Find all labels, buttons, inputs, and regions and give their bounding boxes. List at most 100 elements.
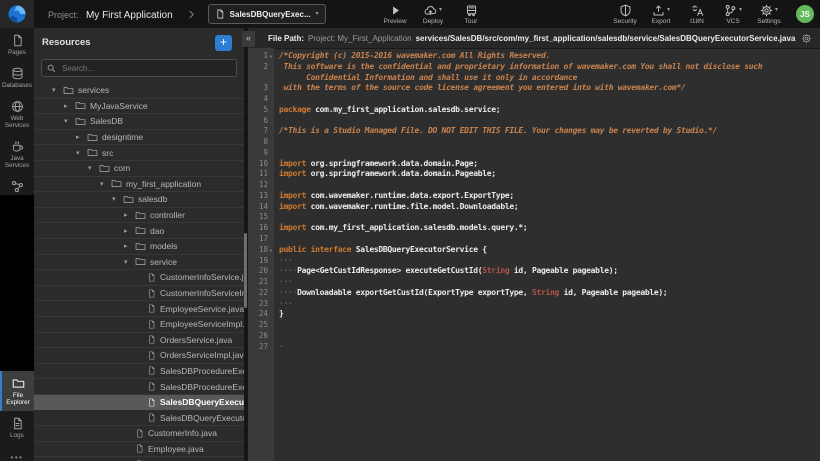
tree-item-ordersserviceimpl-java[interactable]: OrdersServiceImpl.java (34, 348, 244, 364)
search-box (41, 59, 237, 77)
code-line: 1▾ /*Copyright (c) 2015-2016 wavemaker.c… (248, 51, 820, 62)
fold-marker[interactable]: ▾ (269, 248, 272, 254)
topbar-action-export[interactable]: ▾ Export (648, 4, 674, 25)
folder-icon (135, 210, 146, 221)
file-icon (147, 320, 156, 329)
rail-top-items: Pages Databases Web Services Java Servic… (0, 28, 34, 207)
tree-item-salesdbqueryexecutorservice-java[interactable]: SalesDBQueryExecutorService.java (34, 395, 244, 411)
tree-item-designtime[interactable]: ▸ designtime (34, 130, 244, 146)
line-number: 1▾ (248, 51, 274, 62)
code-line: 7 /*This is a Studio Managed File. DO NO… (248, 126, 820, 137)
topbar-action-i18n[interactable]: I18N (684, 4, 710, 25)
line-number: 25 (248, 320, 274, 331)
api-icon (11, 180, 24, 193)
line-number: 19 (248, 256, 274, 267)
line-number: 10 (248, 159, 274, 170)
folder-icon (135, 256, 146, 267)
tree-item-customerinfoservice-java[interactable]: CustomerInfoService.java (34, 270, 244, 286)
file-icon (135, 444, 144, 453)
rail-item-web-services[interactable]: Web Services (0, 94, 34, 134)
topbar: Project: My First Application SalesDBQue… (0, 0, 820, 28)
tree-item-my-first-application[interactable]: ▾ my_first_application (34, 177, 244, 193)
editor-area: File Path: Project: My_First_Application… (248, 28, 820, 461)
line-number: 5 (248, 105, 274, 116)
code-line: 20 ····Page<GetCustIdResponse> executeGe… (248, 266, 820, 277)
add-resource-button[interactable]: + (215, 35, 232, 51)
code-line: 22 ····Downloadable exportGetCustId(Expo… (248, 288, 820, 299)
tree-item-src[interactable]: ▾ src (34, 145, 244, 161)
line-number: 8 (248, 137, 274, 148)
topbar-action-tour[interactable]: Tour (458, 4, 484, 25)
chevron-down-icon: ▾ (52, 86, 63, 94)
topbar-action-vcs[interactable]: ▾ VCS (720, 4, 746, 25)
tree-item-employeeserviceimpl-java[interactable]: EmployeeServiceImpl.java (34, 317, 244, 333)
line-number: 14 (248, 202, 274, 213)
code-editor[interactable]: 1▾ /*Copyright (c) 2015-2016 wavemaker.c… (248, 48, 820, 461)
tree-item-myjavaservice[interactable]: ▸ MyJavaService (34, 99, 244, 115)
user-avatar[interactable]: JS (796, 5, 814, 23)
tree-item-employeeservice-java[interactable]: EmployeeService.java (34, 301, 244, 317)
search-input[interactable] (60, 63, 231, 74)
tree-item-ordersservice-java[interactable]: OrdersService.java (34, 333, 244, 349)
file-path-label: File Path: (268, 34, 304, 43)
tree-item-models[interactable]: ▸ models (34, 239, 244, 255)
tree-item-com[interactable]: ▾ com (34, 161, 244, 177)
folder-icon (75, 116, 86, 127)
tree-item-dao[interactable]: ▸ dao (34, 223, 244, 239)
tree-item-customerinfoserviceimpl-java[interactable]: CustomerInfoServiceImpl.java (34, 286, 244, 302)
file-selector-dropdown[interactable]: SalesDBQueryExec... ▾ (208, 4, 326, 24)
project-name: My First Application (86, 10, 173, 21)
tree-scrollbar-thumb[interactable] (244, 233, 247, 308)
chevron-down-icon: ▾ (667, 7, 670, 13)
tree-item-employee-java[interactable]: Employee.java (34, 442, 244, 458)
tree-item-salesdbqueryexecutorserviceimpl-java[interactable]: SalesDBQueryExecutorServiceImpl.java (34, 410, 244, 426)
rail-item-java-services[interactable]: Java Services (0, 134, 34, 174)
file-icon (147, 351, 156, 360)
code-line: 16 import com.my_first_application.sales… (248, 223, 820, 234)
search-row (34, 57, 244, 82)
resources-title: Resources (42, 37, 91, 48)
topbar-right-actions: Security ▾ Export I18N ▾ VCS ▾ Settings J… (612, 0, 814, 28)
collapse-panel-button[interactable]: « (242, 31, 255, 47)
tree-item-customerinfo-java[interactable]: CustomerInfo.java (34, 426, 244, 442)
gear-icon[interactable] (801, 33, 812, 44)
code-line: 12 (248, 180, 820, 191)
tree-item-salesdbprocedureexecutorservice-java[interactable]: SalesDBProcedureExecutorService.java (34, 364, 244, 380)
tree-item-salesdb[interactable]: ▾ SalesDB (34, 114, 244, 130)
export-icon (652, 4, 665, 17)
code-line: 2 This software is the confidential and … (248, 62, 820, 73)
topbar-action-deploy[interactable]: ▾ Deploy (420, 4, 446, 25)
globe-icon (11, 100, 24, 113)
tree-item-services[interactable]: ▾ services (34, 83, 244, 99)
rail-item-file-explorer[interactable]: File Explorer (0, 371, 34, 411)
tree-item-salesdbprocedureexecutorserviceimpl-java[interactable]: SalesDBProcedureExecutorServiceImpl.java (34, 379, 244, 395)
topbar-action-preview[interactable]: Preview (382, 4, 408, 25)
rail-item-databases[interactable]: Databases (0, 61, 34, 94)
rail-item-pages[interactable]: Pages (0, 28, 34, 61)
topbar-action-security[interactable]: Security (612, 4, 638, 25)
file-icon (147, 382, 156, 391)
cloud-upload-icon (424, 4, 437, 17)
tree-item-orders-java[interactable]: Orders.java (34, 457, 244, 461)
topbar-action-settings[interactable]: ▾ Settings (756, 4, 782, 25)
rail-bottom-items: File Explorer Logs ••• (0, 371, 34, 461)
code-line: 8 (248, 137, 820, 148)
file-icon (215, 8, 225, 20)
line-number: 13 (248, 191, 274, 202)
tree-item-service[interactable]: ▾ service (34, 255, 244, 271)
breadcrumb-chevron-icon (187, 9, 196, 20)
file-path-bar: File Path: Project: My_First_Application… (248, 28, 820, 49)
tree-item-controller[interactable]: ▸ controller (34, 208, 244, 224)
rail-item-logs[interactable]: Logs (0, 411, 34, 444)
code-line: 14 import com.wavemaker.runtime.file.mod… (248, 202, 820, 213)
resources-header: Resources + (34, 28, 244, 57)
wavemaker-logo[interactable] (0, 0, 34, 28)
folder-icon (75, 100, 86, 111)
shield-icon (619, 4, 632, 17)
project-label: Project: (48, 10, 79, 20)
line-number: 2 (248, 62, 274, 73)
fold-marker[interactable]: ▾ (269, 54, 272, 60)
chevron-down-icon: ▾ (112, 195, 123, 203)
tree-item-salesdb[interactable]: ▾ salesdb (34, 192, 244, 208)
more-icon[interactable]: ••• (0, 453, 34, 461)
